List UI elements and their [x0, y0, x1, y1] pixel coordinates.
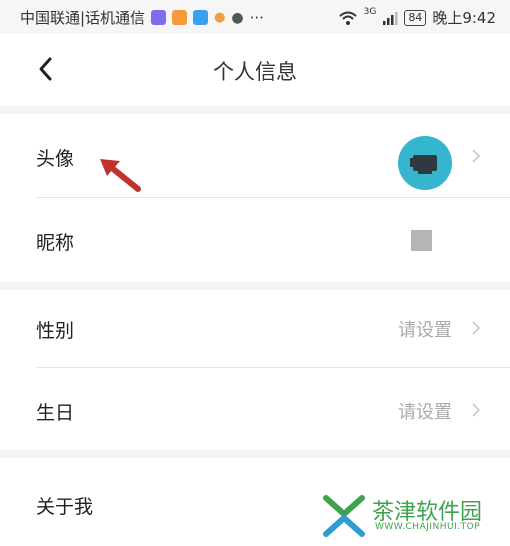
chevron-right-icon	[472, 403, 481, 417]
app-notification-icon: ●	[214, 10, 226, 25]
row-value: 请设置	[398, 320, 452, 341]
clock: 晚上9:42	[432, 9, 496, 27]
section-gap	[0, 282, 510, 290]
avatar-image	[410, 155, 437, 174]
watermark: 茶津软件园 WWW.CHAJINHUI.TOP	[320, 492, 490, 540]
page-title: 个人信息	[213, 60, 297, 84]
row-label: 关于我	[36, 496, 94, 518]
row-birthday[interactable]: 生日 请设置	[0, 368, 510, 450]
status-bar-right: 3G 84 晚上9:42	[338, 7, 496, 28]
row-value: 请设置	[398, 402, 452, 423]
row-label: 性别	[36, 320, 75, 342]
status-bar: 中国联通|话机通信 ● ● ··· 3G 84 晚上9:42	[0, 0, 510, 34]
avatar[interactable]	[398, 136, 452, 190]
chevron-right-icon	[472, 149, 481, 163]
status-bar-left: 中国联通|话机通信 ● ● ···	[20, 7, 264, 28]
app-notification-icon	[193, 10, 209, 25]
carrier-text: 中国联通|话机通信	[20, 9, 146, 27]
signal-icon	[383, 11, 398, 25]
chat-bubble-icon: ●	[231, 9, 244, 26]
row-gender[interactable]: 性别 请设置	[0, 290, 510, 368]
battery-icon: 84	[404, 9, 427, 26]
nav-bar: 个人信息	[0, 34, 510, 106]
row-nickname[interactable]: 昵称	[0, 198, 510, 282]
app-notification-icon	[172, 10, 188, 25]
wifi-icon	[338, 11, 357, 25]
row-label: 昵称	[36, 232, 75, 254]
watermark-url: WWW.CHAJINHUI.TOP	[375, 522, 481, 532]
arrow-annotation-icon	[100, 159, 141, 192]
row-label: 头像	[36, 148, 75, 170]
app-notification-icon	[151, 10, 167, 25]
nickname-placeholder-icon	[411, 230, 432, 251]
section-gap	[0, 106, 510, 114]
section-gap	[0, 450, 510, 458]
watermark-logo-icon	[323, 495, 365, 537]
network-type: 3G	[363, 6, 377, 17]
row-label: 生日	[36, 402, 75, 424]
chevron-right-icon	[472, 321, 481, 335]
more-notifications: ···	[249, 8, 264, 27]
row-avatar[interactable]: 头像	[0, 114, 510, 198]
